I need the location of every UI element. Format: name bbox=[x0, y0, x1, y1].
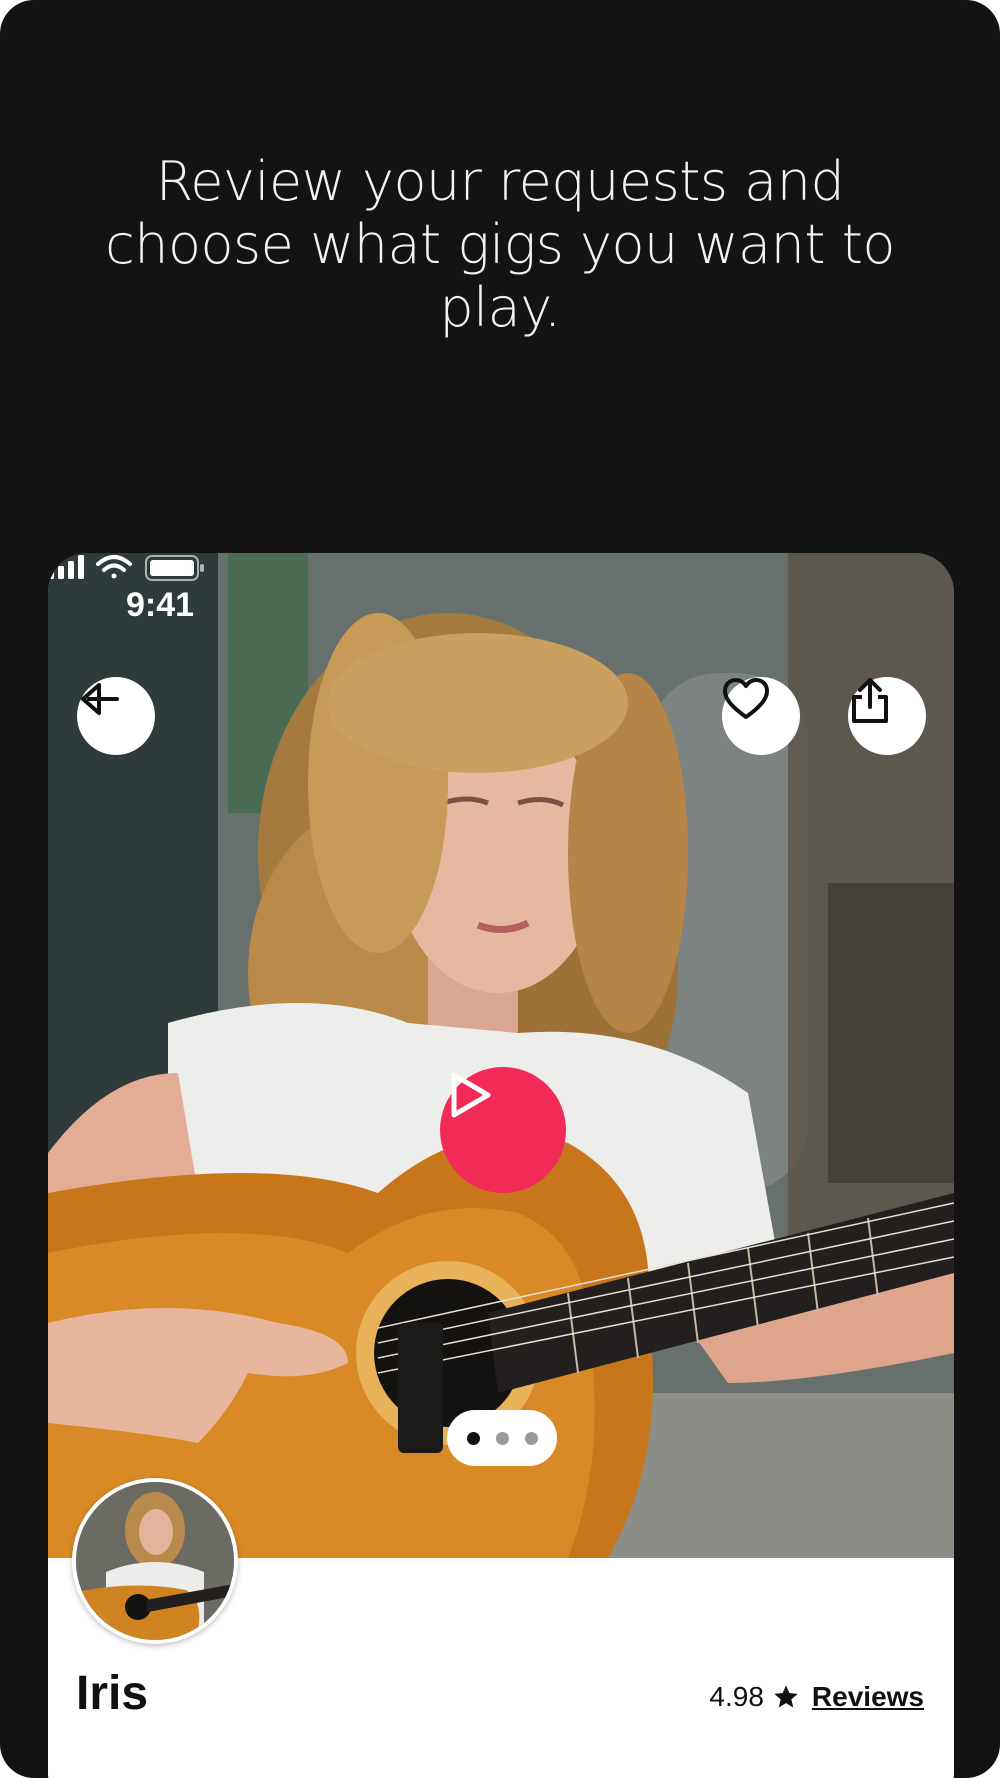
rating-value: 4.98 bbox=[709, 1681, 764, 1712]
wifi-icon bbox=[96, 555, 132, 579]
battery-icon bbox=[145, 555, 204, 581]
share-icon bbox=[852, 678, 888, 723]
phone-mockup: 9:41 Iris 4.98 Reviews bbox=[48, 553, 954, 1778]
pager-dot[interactable] bbox=[466, 1431, 480, 1445]
reviews-link[interactable]: Reviews bbox=[812, 1681, 924, 1713]
avatar[interactable] bbox=[72, 1478, 238, 1644]
pager-dot[interactable] bbox=[524, 1431, 538, 1445]
signal-icon bbox=[48, 555, 84, 579]
back-arrow-icon bbox=[81, 683, 119, 715]
play-video-button[interactable] bbox=[440, 1067, 566, 1193]
headline: Review your requests and choose what gig… bbox=[105, 150, 895, 339]
profile-photo[interactable]: 9:41 bbox=[48, 553, 954, 1558]
pager-dot[interactable] bbox=[495, 1431, 509, 1445]
guitarist-illustration bbox=[48, 553, 954, 1558]
heart-icon bbox=[723, 678, 769, 719]
profile-name: Iris bbox=[76, 1667, 149, 1720]
back-button[interactable] bbox=[77, 677, 155, 755]
gallery-pager[interactable] bbox=[447, 1410, 557, 1466]
status-icons bbox=[48, 555, 204, 581]
status-time: 9:41 bbox=[126, 586, 195, 624]
play-icon bbox=[451, 1072, 491, 1118]
favorite-button[interactable] bbox=[722, 677, 800, 755]
avatar-image bbox=[76, 1482, 234, 1640]
star-icon bbox=[774, 1685, 798, 1708]
share-button[interactable] bbox=[848, 677, 926, 755]
rating-summary: 4.98 Reviews bbox=[709, 1681, 924, 1713]
onboarding-screen: Review your requests and choose what gig… bbox=[0, 0, 1000, 1778]
